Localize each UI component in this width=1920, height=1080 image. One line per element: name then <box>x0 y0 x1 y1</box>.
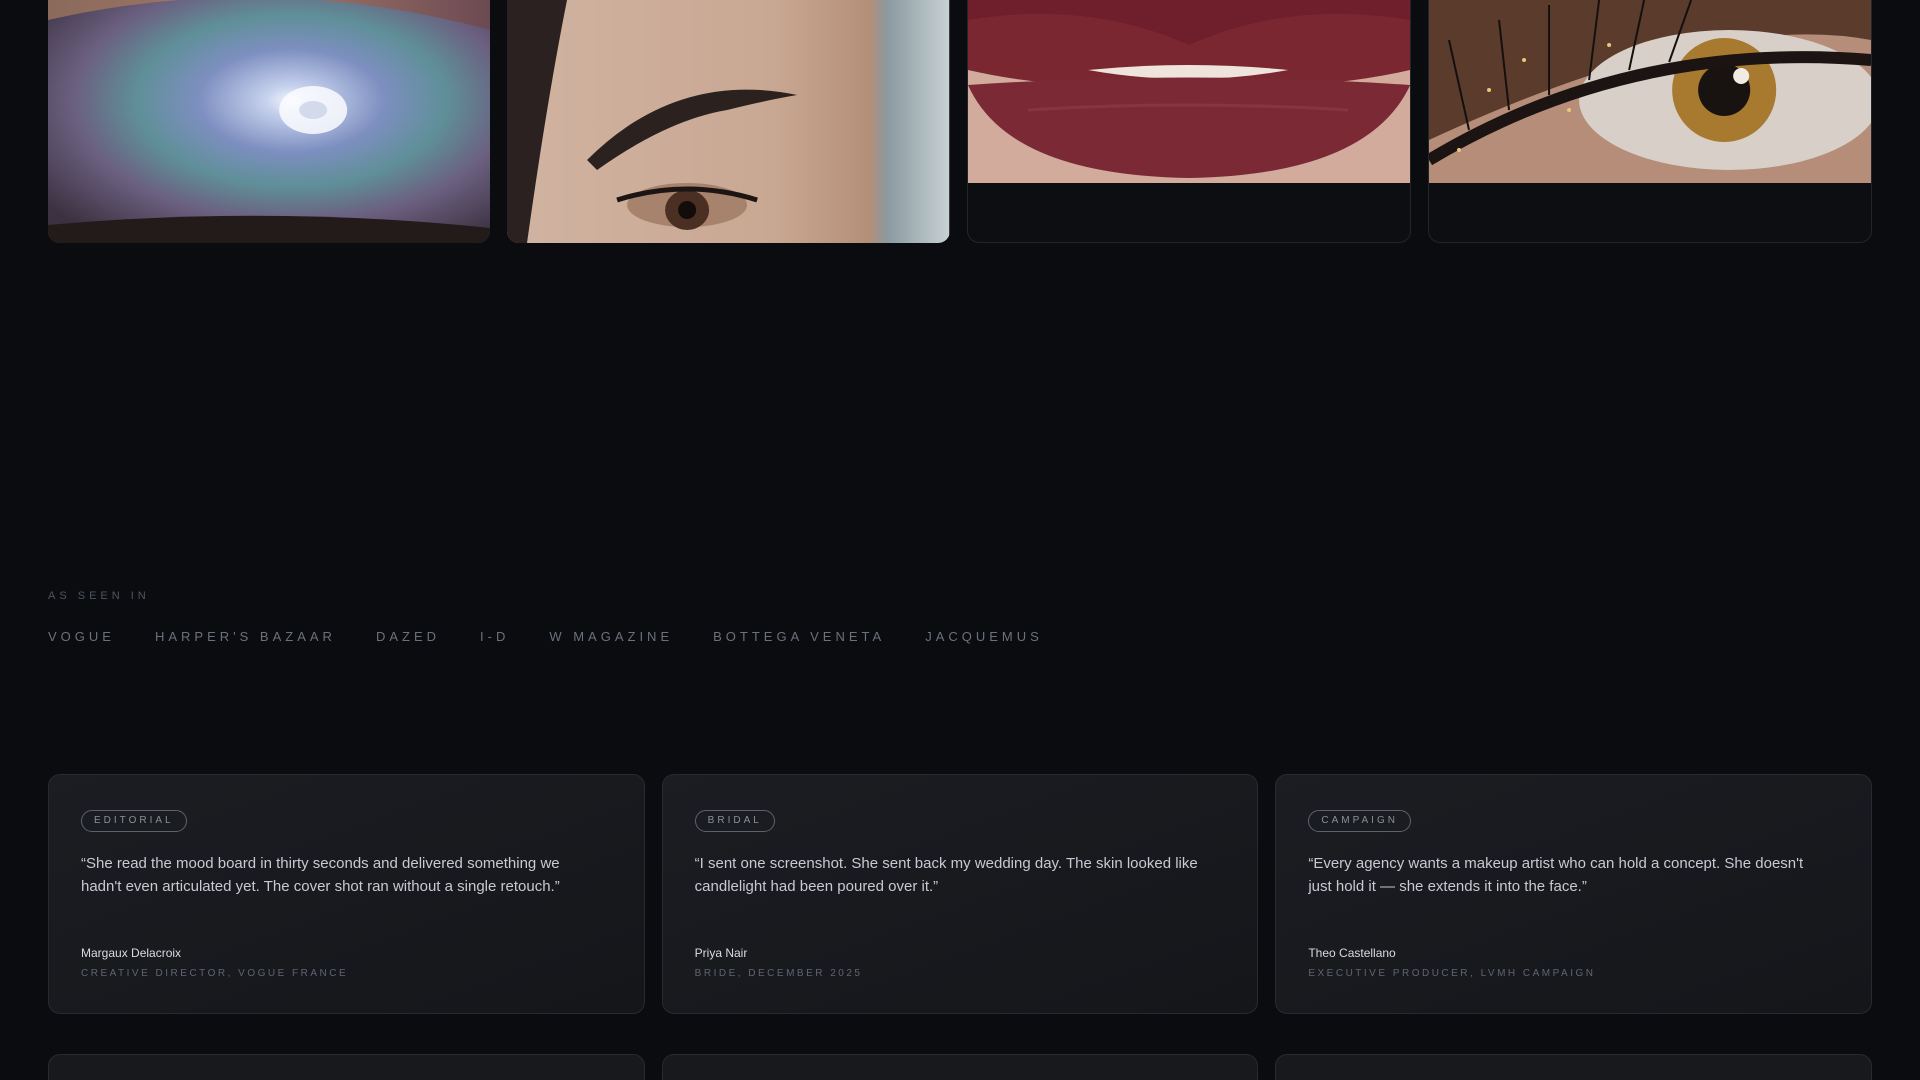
testimonial-quote: “I sent one screenshot. She sent back my… <box>694 855 1198 895</box>
lashes-photo <box>1428 0 1871 183</box>
press-item-dazed: DAZED <box>375 629 440 644</box>
testimonial-role: CREATIVE DIRECTOR, VOGUE FRANCE <box>81 968 349 979</box>
testimonial-author: Margaux Delacroix <box>81 946 182 960</box>
lips-photo <box>967 0 1410 183</box>
press-item-jacquemus: JACQUEMUS <box>925 629 1043 644</box>
testimonial-quote: “She read the mood board in thirty secon… <box>81 855 560 895</box>
brow-photo <box>507 0 950 243</box>
press-section-label: AS SEEN IN <box>48 590 150 602</box>
press-item-harpers-bazaar: HARPER'S BAZAAR <box>154 629 336 644</box>
gallery-tile-eyeshadow[interactable] <box>48 0 491 243</box>
testimonial-card <box>661 1054 1259 1080</box>
testimonial-card: BRIDAL “I sent one screenshot. She sent … <box>661 774 1259 1014</box>
press-logo-list: VOGUE HARPER'S BAZAAR DAZED I-D W MAGAZI… <box>48 629 1043 644</box>
gallery-tile-lips[interactable] <box>966 0 1411 243</box>
testimonial-grid: EDITORIAL “She read the mood board in th… <box>48 774 1873 1014</box>
category-tag: EDITORIAL <box>81 810 187 832</box>
testimonial-card: CAMPAIGN “Every agency wants a makeup ar… <box>1275 774 1873 1014</box>
portfolio-gallery <box>48 0 1872 243</box>
gallery-tile-brow[interactable] <box>507 0 950 243</box>
testimonial-role: EXECUTIVE PRODUCER, LVMH CAMPAIGN <box>1308 968 1596 979</box>
eyeshadow-photo <box>48 0 491 243</box>
testimonial-role: BRIDE, DECEMBER 2025 <box>694 968 863 979</box>
testimonial-card: EDITORIAL “She read the mood board in th… <box>48 774 645 1014</box>
testimonial-card <box>1275 1054 1873 1080</box>
press-item-bottega-veneta: BOTTEGA VENETA <box>713 629 886 644</box>
testimonial-quote: “Every agency wants a makeup artist who … <box>1308 855 1804 895</box>
category-tag: CAMPAIGN <box>1308 810 1411 832</box>
page: AS SEEN IN VOGUE HARPER'S BAZAAR DAZED I… <box>0 0 1920 1080</box>
testimonial-card <box>48 1054 645 1080</box>
testimonial-author: Priya Nair <box>694 946 748 960</box>
testimonial-author: Theo Castellano <box>1308 946 1396 960</box>
press-item-i-d: I-D <box>480 629 510 644</box>
category-tag: BRIDAL <box>694 810 775 832</box>
gallery-tile-lashes[interactable] <box>1427 0 1872 243</box>
press-item-w-magazine: W MAGAZINE <box>549 629 674 644</box>
press-item-vogue: VOGUE <box>48 629 115 644</box>
testimonial-grid-next-row <box>48 1054 1873 1080</box>
